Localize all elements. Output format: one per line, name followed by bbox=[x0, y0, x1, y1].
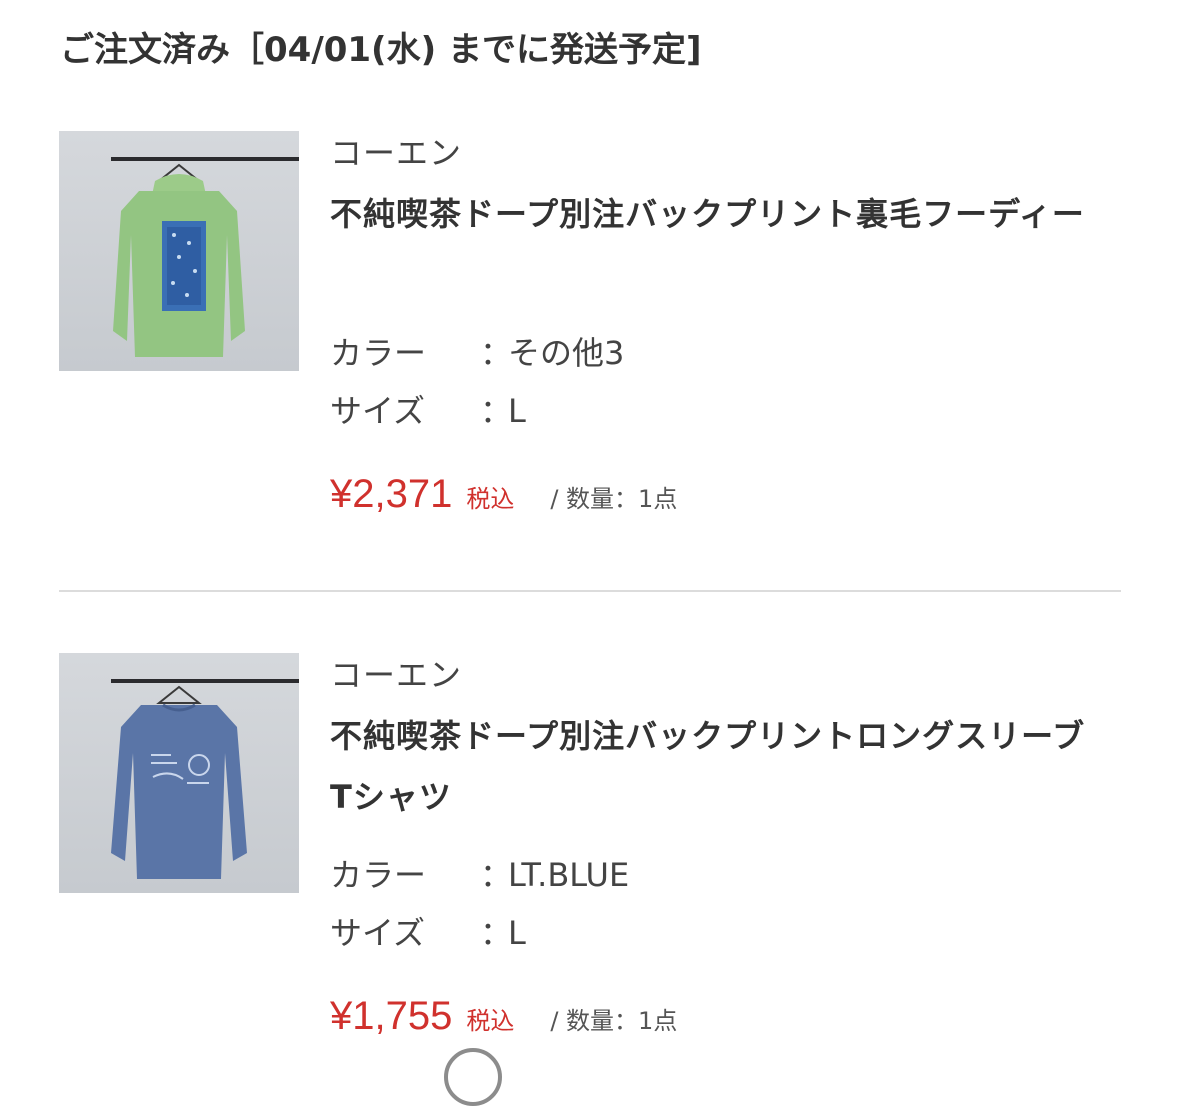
size-label: サイズ bbox=[330, 914, 426, 952]
size-attribute: サイズ ：L bbox=[330, 908, 526, 954]
price-row: ¥2,371 税込 / 数量：1点 bbox=[330, 472, 677, 517]
color-attribute: カラー ：LT.BLUE bbox=[330, 850, 629, 896]
color-value: その他3 bbox=[508, 334, 625, 372]
attribute-colon: ： bbox=[480, 392, 513, 430]
size-value: L bbox=[508, 914, 526, 952]
brand-name[interactable]: コーエン bbox=[330, 650, 462, 696]
quantity-label: / 数量：1点 bbox=[550, 1007, 678, 1035]
floating-circle-button[interactable] bbox=[444, 1048, 502, 1106]
attribute-colon: ： bbox=[480, 856, 513, 894]
product-title[interactable]: 不純喫茶ドープ別注バックプリントロングスリーブTシャツ bbox=[330, 706, 1090, 828]
color-value: LT.BLUE bbox=[508, 856, 630, 894]
color-attribute: カラー ：その他3 bbox=[330, 328, 624, 374]
hoodie-illustration bbox=[113, 163, 245, 357]
price: ¥2,371 bbox=[330, 472, 453, 516]
price: ¥1,755 bbox=[330, 994, 453, 1038]
size-label: サイズ bbox=[330, 392, 426, 430]
quantity-label: / 数量：1点 bbox=[550, 485, 678, 513]
brand-name[interactable]: コーエン bbox=[330, 128, 462, 174]
color-label: カラー bbox=[330, 856, 427, 894]
product-title[interactable]: 不純喫茶ドープ別注バックプリント裏毛フーディー bbox=[330, 184, 1090, 245]
item-divider bbox=[59, 590, 1121, 592]
size-attribute: サイズ ：L bbox=[330, 386, 526, 432]
product-image-hoodie[interactable] bbox=[59, 131, 299, 371]
order-status-heading: ご注文済み［04/01(水) までに発送予定] bbox=[60, 30, 702, 70]
tax-included-label: 税込 bbox=[466, 1007, 515, 1035]
attribute-colon: ： bbox=[480, 334, 513, 372]
attribute-colon: ： bbox=[480, 914, 513, 952]
product-image-longsleeve[interactable] bbox=[59, 653, 299, 893]
price-row: ¥1,755 税込 / 数量：1点 bbox=[330, 994, 677, 1039]
longsleeve-illustration bbox=[111, 685, 247, 879]
tax-included-label: 税込 bbox=[466, 485, 515, 513]
color-label: カラー bbox=[330, 334, 427, 372]
size-value: L bbox=[508, 392, 526, 430]
